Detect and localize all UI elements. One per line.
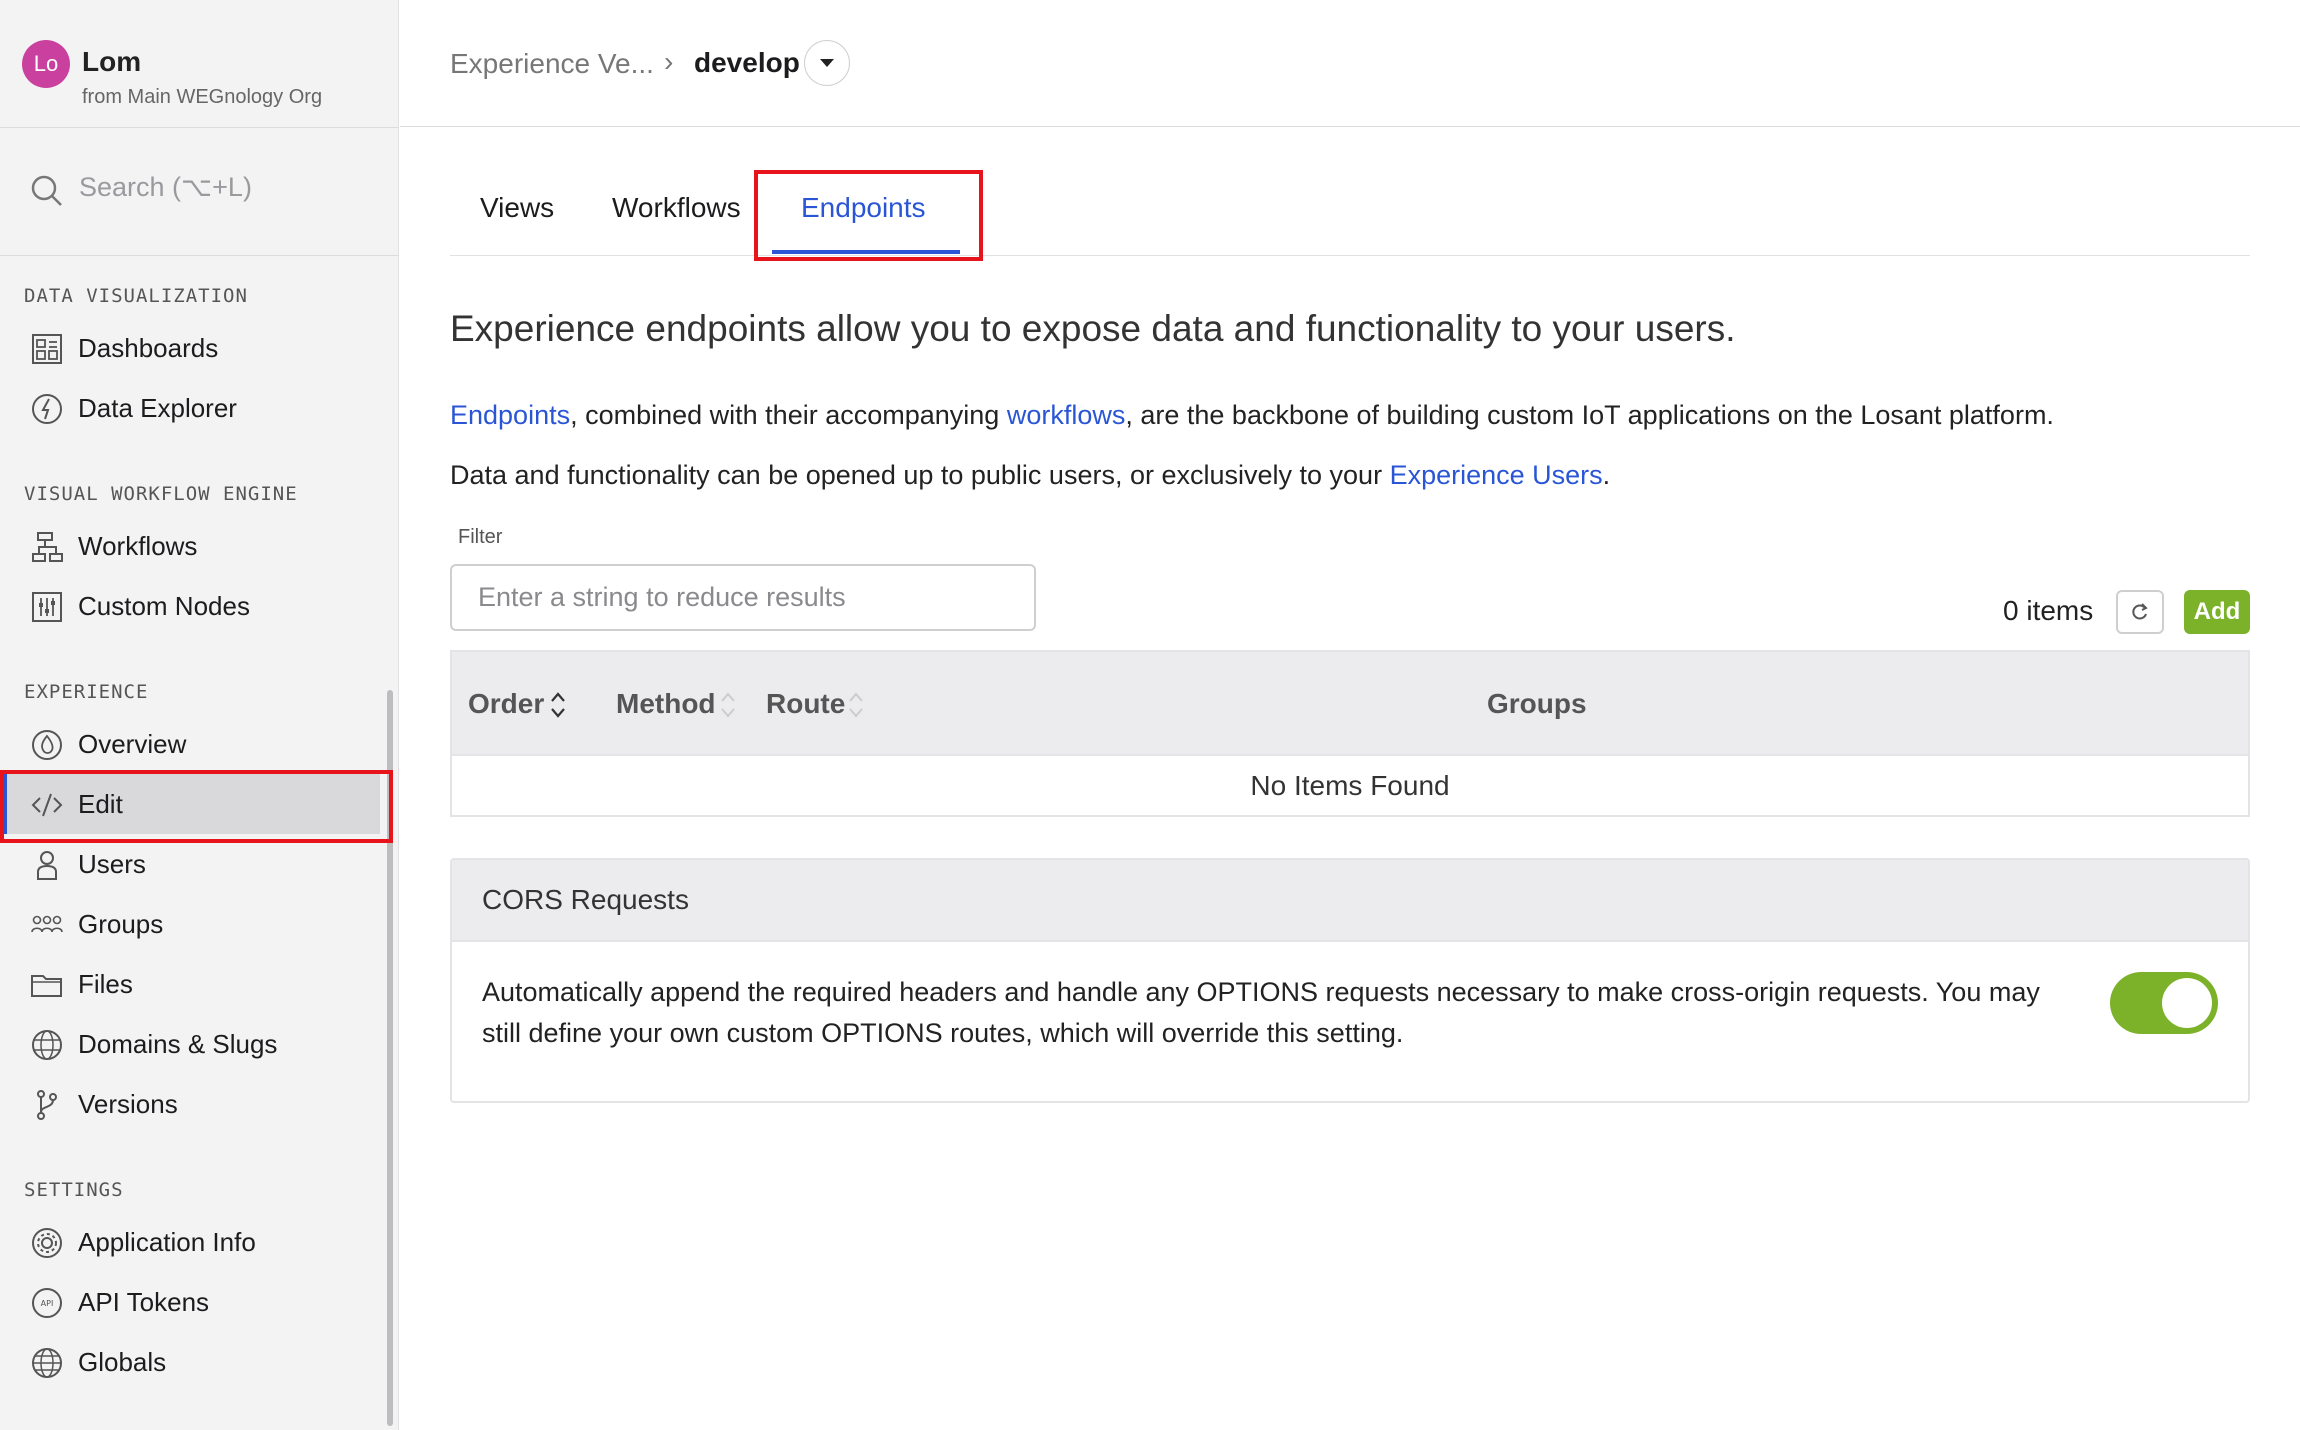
search-placeholder: Search (⌥+L)	[79, 172, 252, 202]
www-globe-icon	[32, 1030, 62, 1060]
items-count: 0 items	[2003, 595, 2094, 626]
sidebar-item-label: Data Explorer	[78, 393, 237, 423]
cors-toggle[interactable]	[2110, 972, 2218, 1034]
caret-down-icon	[820, 59, 834, 67]
workflows-link[interactable]: workflows	[1007, 400, 1126, 430]
sidebar-item-dashboards[interactable]: Dashboards	[0, 318, 385, 378]
highlight-box	[754, 170, 983, 261]
avatar: Lo	[22, 40, 70, 88]
sidebar-item-overview[interactable]: Overview	[0, 714, 385, 774]
dashboard-icon	[32, 334, 62, 364]
tab-workflows[interactable]: Workflows	[612, 192, 741, 224]
sidebar-item-api-tokens[interactable]: API API Tokens	[0, 1272, 385, 1332]
sidebar: Lo Lom from Main WEGnology Org Search (⌥…	[0, 0, 399, 1430]
sidebar-item-users[interactable]: Users	[0, 834, 385, 894]
sidebar-item-custom-nodes[interactable]: Custom Nodes	[0, 576, 385, 636]
folder-icon	[31, 975, 62, 997]
search-bar[interactable]: Search (⌥+L)	[0, 128, 398, 256]
breadcrumb-current: develop	[694, 47, 800, 78]
access-text: .	[1602, 460, 1611, 490]
sort-icon	[551, 692, 565, 718]
breadcrumb-parent[interactable]: Experience Ve...	[450, 48, 654, 80]
org-subtitle: from Main WEGnology Org	[82, 86, 323, 108]
globe-icon	[32, 1348, 62, 1378]
intro-text: , are the backbone of building custom Io…	[1125, 400, 2054, 430]
cors-panel: CORS Requests Automatically append the r…	[450, 858, 2250, 1103]
app-name: Lom	[82, 46, 142, 77]
sidebar-item-label: Application Info	[78, 1227, 256, 1257]
sidebar-item-label: Files	[78, 969, 133, 999]
sidebar-item-label: Overview	[78, 729, 187, 759]
column-groups: Groups	[1487, 688, 1587, 719]
user-icon	[37, 851, 57, 880]
sidebar-item-versions[interactable]: Versions	[0, 1074, 385, 1134]
sidebar-item-label: Users	[78, 849, 146, 879]
table-header: Order Method Route Groups	[452, 652, 2248, 756]
access-text: Data and functionality can be opened up …	[450, 460, 1390, 490]
tab-bar: Views Workflows Endpoints	[450, 172, 2250, 256]
section-experience: EXPERIENCE	[24, 681, 149, 703]
cors-description: Automatically append the required header…	[482, 977, 2040, 1048]
sidebar-item-globals[interactable]: Globals	[0, 1332, 385, 1392]
empty-state: No Items Found	[1250, 770, 1450, 801]
filter-label: Filter	[458, 526, 503, 548]
branch-icon	[37, 1090, 57, 1120]
section-data-visualization: DATA VISUALIZATION	[24, 285, 248, 307]
svg-text:API: API	[41, 1299, 54, 1308]
sidebar-item-workflows[interactable]: Workflows	[0, 516, 385, 576]
filter-input[interactable]	[450, 564, 1036, 631]
version-dropdown[interactable]	[804, 40, 850, 86]
sidebar-item-label: Globals	[78, 1347, 167, 1377]
data-explorer-icon	[32, 394, 62, 424]
column-order[interactable]: Order	[468, 688, 544, 720]
sort-icon	[849, 692, 863, 718]
tab-views[interactable]: Views	[480, 192, 554, 224]
highlight-box	[0, 770, 393, 843]
sort-icon	[721, 692, 735, 718]
add-endpoint-button[interactable]: Add	[2184, 590, 2250, 634]
sidebar-item-label: Domains & Slugs	[78, 1029, 278, 1059]
column-route[interactable]: Route	[766, 688, 845, 720]
sidebar-item-label: Groups	[78, 909, 164, 939]
api-icon: API	[32, 1288, 62, 1318]
gear-icon	[32, 1228, 62, 1258]
section-settings: SETTINGS	[24, 1179, 124, 1201]
experience-users-link[interactable]: Experience Users	[1390, 460, 1603, 490]
sidebar-item-data-explorer[interactable]: Data Explorer	[0, 378, 385, 438]
section-visual-workflow-engine: VISUAL WORKFLOW ENGINE	[24, 483, 298, 505]
search-icon	[31, 175, 62, 206]
endpoints-link[interactable]: Endpoints	[450, 400, 570, 430]
endpoints-table: Order Method Route Groups No Items Found	[450, 650, 2250, 817]
access-paragraph: Data and functionality can be opened up …	[450, 460, 1610, 491]
intro-paragraph: Endpoints, combined with their accompany…	[450, 400, 2054, 431]
breadcrumb-separator: ›	[664, 46, 674, 77]
sidebar-item-application-info[interactable]: Application Info	[0, 1212, 385, 1272]
sidebar-item-label: Custom Nodes	[78, 591, 250, 621]
sidebar-item-domains-slugs[interactable]: Domains & Slugs	[0, 1014, 385, 1074]
overview-icon	[32, 730, 62, 760]
sidebar-item-files[interactable]: Files	[0, 954, 385, 1014]
sidebar-item-label: Versions	[78, 1089, 178, 1119]
toggle-knob	[2162, 978, 2212, 1028]
refresh-icon	[2132, 603, 2148, 620]
intro-text: , combined with their accompanying	[570, 400, 1007, 430]
cors-panel-header: CORS Requests	[452, 860, 2248, 942]
org-switcher[interactable]: Lo Lom from Main WEGnology Org	[0, 0, 398, 128]
sidebar-item-label: API Tokens	[78, 1287, 210, 1317]
groups-icon	[31, 915, 63, 933]
sidebar-item-groups[interactable]: Groups	[0, 894, 385, 954]
header: Experience Ve... › develop	[400, 0, 2300, 127]
column-method[interactable]: Method	[616, 688, 716, 720]
page-heading: Experience endpoints allow you to expose…	[450, 308, 1736, 349]
refresh-button[interactable]	[2116, 590, 2164, 634]
cors-title: CORS Requests	[482, 884, 689, 915]
sidebar-item-label: Dashboards	[78, 333, 219, 363]
custom-nodes-icon	[32, 592, 62, 622]
sidebar-item-label: Workflows	[78, 531, 198, 561]
workflow-icon	[32, 532, 63, 562]
